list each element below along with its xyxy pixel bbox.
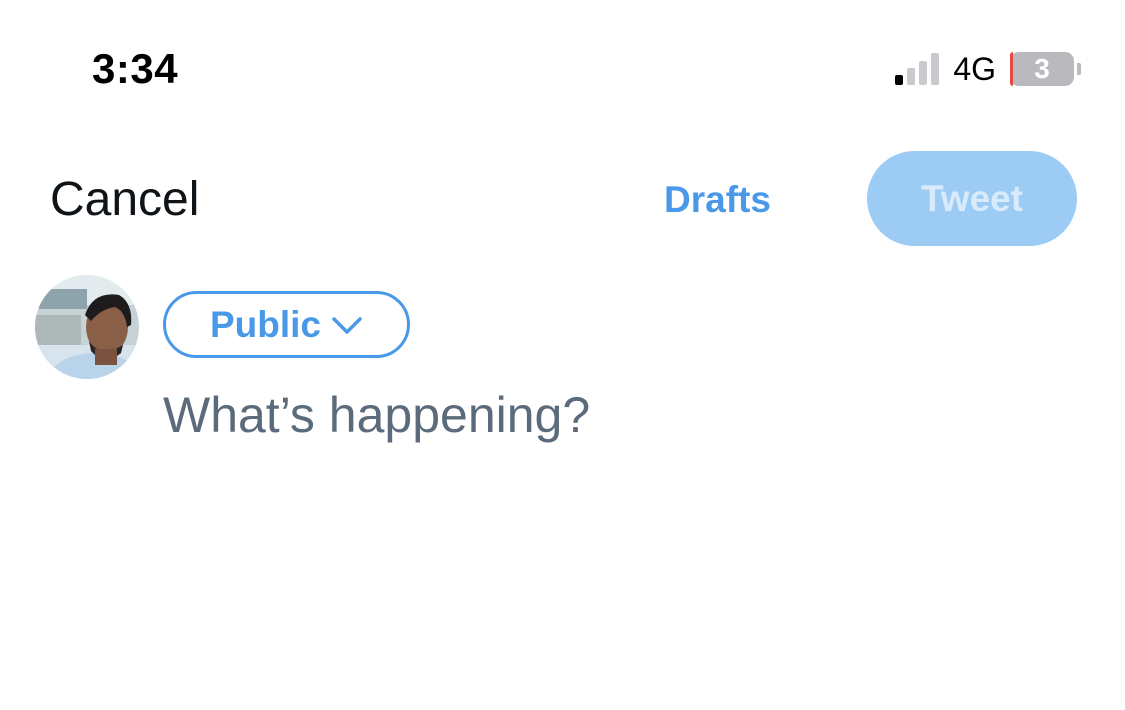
audience-label: Public [209, 303, 322, 345]
status-bar-indicators: 4G 3 [895, 50, 1081, 88]
battery-level: 3 [1034, 53, 1050, 84]
cancel-button[interactable]: Cancel [50, 172, 199, 228]
avatar-image [35, 275, 139, 379]
signal-bar [919, 61, 928, 85]
status-bar-time: 3:34 [92, 45, 179, 92]
drafts-button[interactable]: Drafts [664, 178, 771, 222]
chevron-down-icon [331, 316, 363, 336]
battery-fill [1010, 52, 1013, 86]
battery-icon: 3 [1010, 52, 1074, 86]
signal-bar [895, 75, 904, 85]
network-type: 4G [953, 51, 996, 87]
audience-selector[interactable]: Public [163, 291, 410, 358]
avatar[interactable] [35, 275, 139, 379]
tweet-button[interactable]: Tweet [867, 151, 1077, 246]
battery-tip [1077, 63, 1081, 75]
signal-bar [931, 53, 940, 85]
cellular-signal-icon [895, 53, 940, 85]
compose-text-input[interactable] [163, 380, 1063, 450]
signal-bar [907, 68, 916, 85]
